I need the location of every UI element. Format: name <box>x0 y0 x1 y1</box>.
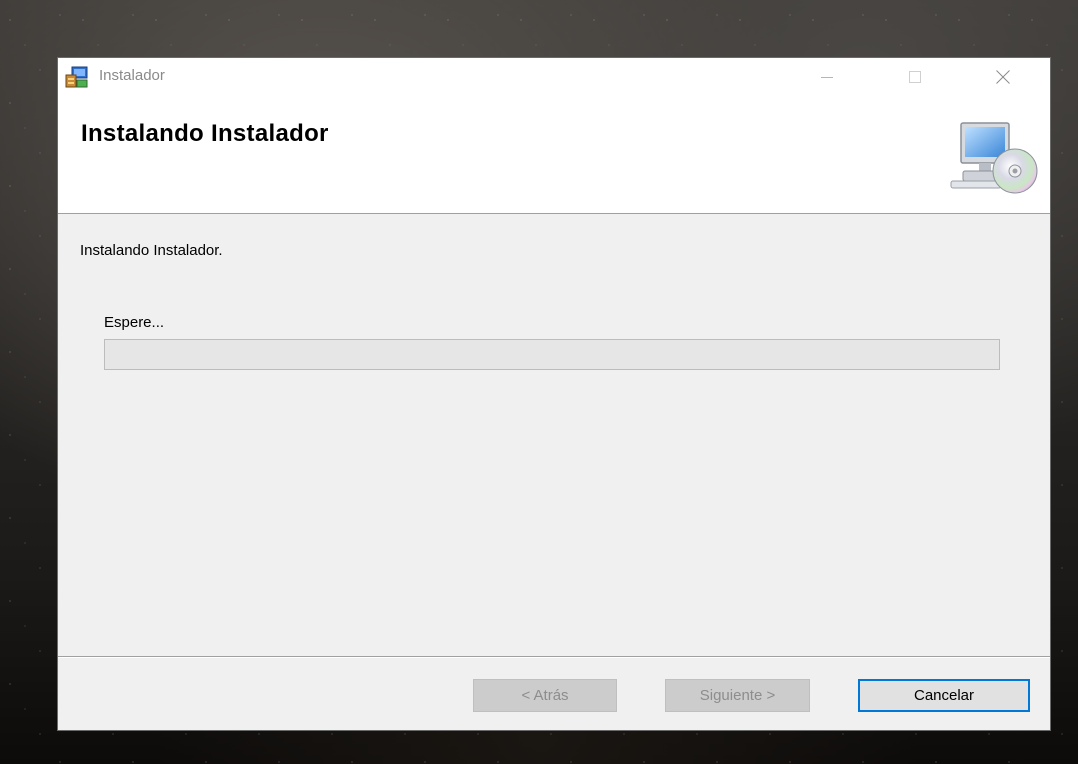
header-banner: Instalando Instalador <box>58 96 1050 214</box>
title-bar[interactable]: Instalador <box>58 58 1050 96</box>
installer-icon <box>65 66 88 88</box>
status-text: Instalando Instalador. <box>80 242 223 259</box>
cancel-button[interactable]: Cancelar <box>858 679 1030 712</box>
close-icon <box>996 70 1010 84</box>
computer-cd-icon <box>950 122 1038 194</box>
minimize-icon <box>821 77 833 78</box>
next-button[interactable]: Siguiente > <box>665 679 810 712</box>
maximize-button[interactable] <box>892 58 938 96</box>
page-title: Instalando Instalador <box>81 120 329 147</box>
minimize-button[interactable] <box>804 58 850 96</box>
footer-divider <box>58 656 1050 658</box>
installer-window: Instalador Instalando Instalador Instala… <box>57 57 1051 731</box>
maximize-icon <box>909 71 921 83</box>
close-button[interactable] <box>980 58 1026 96</box>
progress-bar <box>104 339 1000 370</box>
back-button[interactable]: < Atrás <box>473 679 617 712</box>
window-title: Instalador <box>99 67 165 84</box>
wait-label: Espere... <box>104 314 165 331</box>
